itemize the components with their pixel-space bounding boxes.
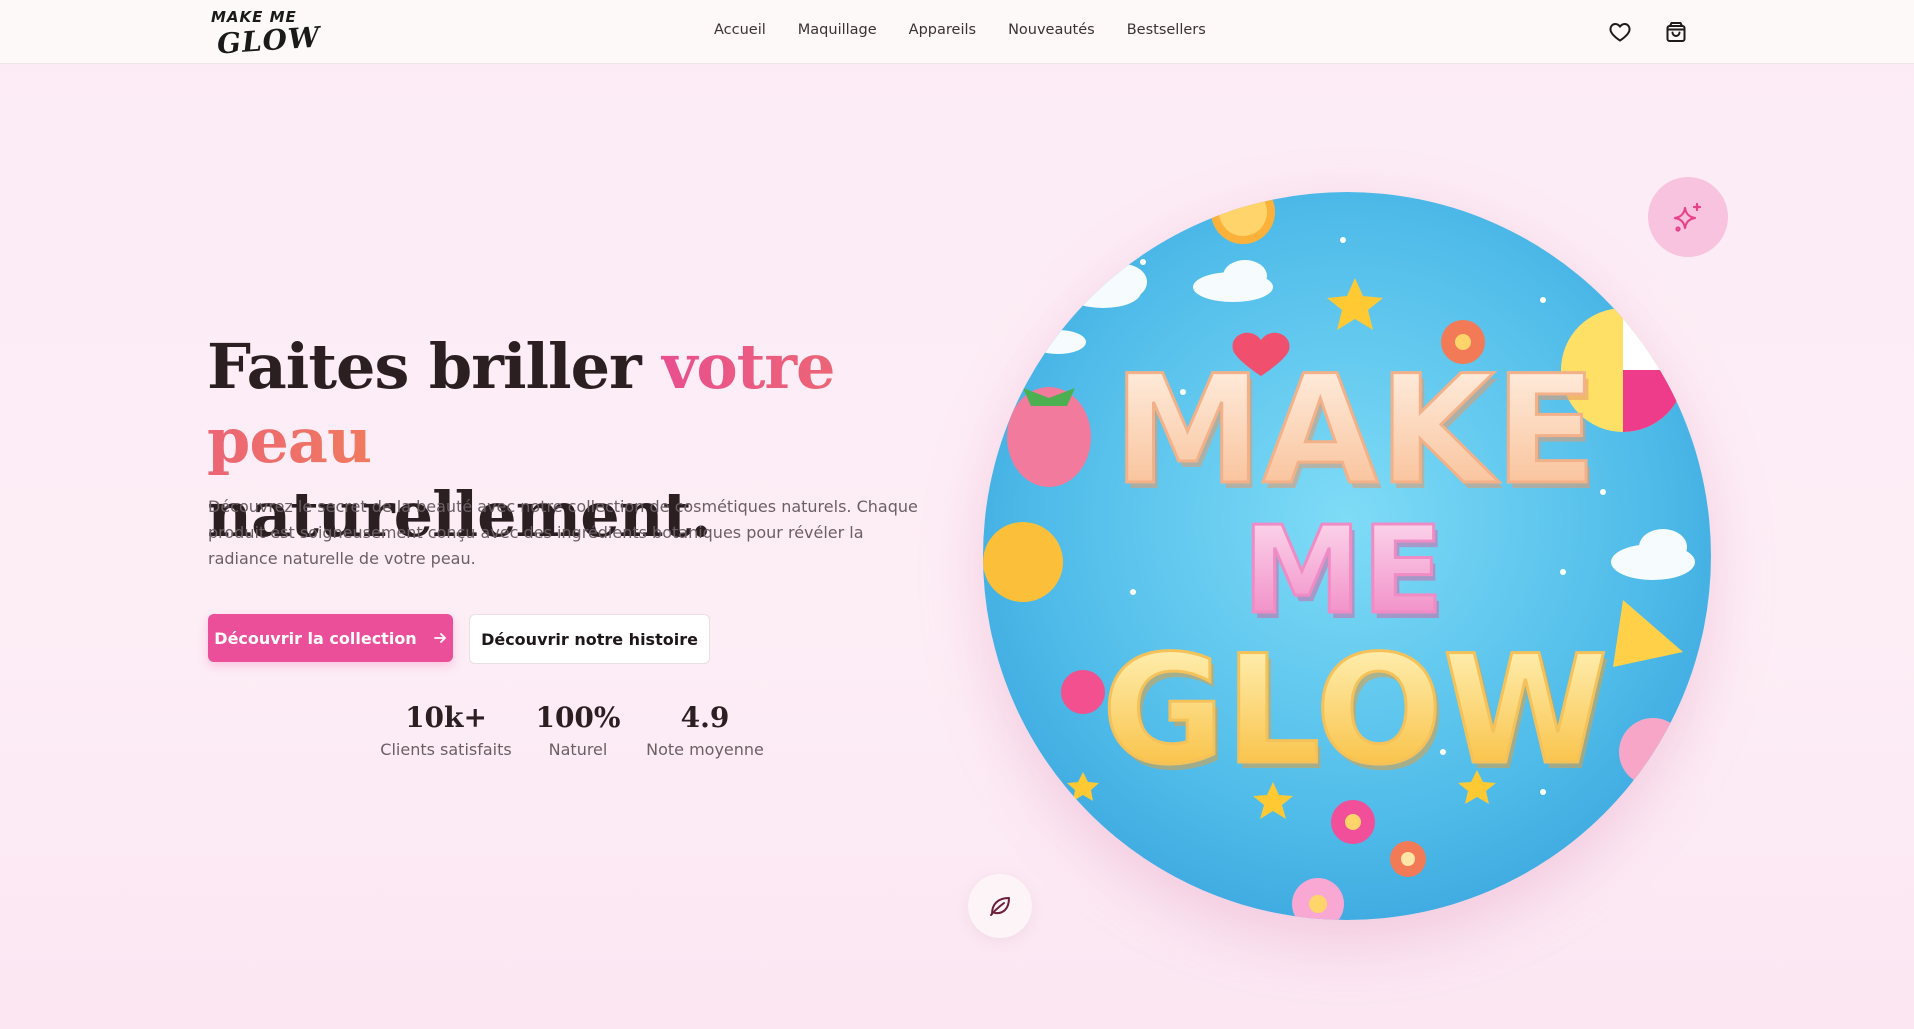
artwork-line2: ME bbox=[1242, 502, 1443, 641]
stat-label: Clients satisfaits bbox=[380, 740, 512, 759]
strawberry-decor bbox=[1007, 387, 1091, 487]
discover-story-button[interactable]: Découvrir notre histoire bbox=[469, 614, 710, 664]
heart-icon[interactable] bbox=[1608, 20, 1632, 44]
stat-value: 4.9 bbox=[680, 701, 730, 734]
hero-artwork: MAKE MAKE ME ME GLOW GLOW bbox=[983, 192, 1711, 920]
nav-item-nouveautes[interactable]: Nouveautés bbox=[1008, 22, 1095, 38]
nav-item-bestsellers[interactable]: Bestsellers bbox=[1127, 22, 1206, 38]
stat-rating: 4.9 Note moyenne bbox=[644, 700, 766, 759]
nav-item-maquillage[interactable]: Maquillage bbox=[798, 22, 877, 38]
main-nav: Accueil Maquillage Appareils Nouveautés … bbox=[714, 22, 1238, 38]
sparkle-badge bbox=[1648, 177, 1728, 257]
arrow-right-icon bbox=[433, 633, 446, 643]
leaf-badge bbox=[968, 874, 1032, 938]
nav-item-accueil[interactable]: Accueil bbox=[714, 22, 766, 38]
stat-value: 100% bbox=[535, 701, 621, 734]
discover-collection-label: Découvrir la collection bbox=[214, 628, 417, 648]
brand-logo[interactable]: MAKE ME GLOW bbox=[210, 6, 321, 61]
artwork-line1: MAKE bbox=[1113, 344, 1597, 518]
nav-item-appareils[interactable]: Appareils bbox=[909, 22, 976, 38]
site-header: MAKE ME GLOW Accueil Maquillage Appareil… bbox=[0, 0, 1914, 64]
stat-natural: 100% Naturel bbox=[532, 700, 624, 759]
leaf-icon bbox=[990, 897, 1010, 916]
stat-label: Naturel bbox=[548, 740, 608, 759]
sparkles-icon bbox=[1673, 202, 1702, 232]
stat-value: 10k+ bbox=[405, 701, 487, 734]
shopping-bag-icon[interactable] bbox=[1664, 20, 1688, 44]
discover-collection-button[interactable]: Découvrir la collection bbox=[208, 614, 453, 662]
hero-description: Découvrez le secret de la beauté avec no… bbox=[208, 497, 918, 568]
logo-line2: GLOW bbox=[215, 20, 322, 61]
berry-decor bbox=[1061, 670, 1105, 714]
stat-label: Note moyenne bbox=[646, 740, 764, 759]
hero-title-part1: Faites briller bbox=[207, 330, 662, 403]
stat-clients: 10k+ Clients satisfaits bbox=[380, 700, 512, 759]
orange-ball-decor bbox=[983, 522, 1063, 602]
artwork-line3: GLOW bbox=[1102, 624, 1608, 798]
discover-story-label: Découvrir notre histoire bbox=[481, 629, 698, 649]
